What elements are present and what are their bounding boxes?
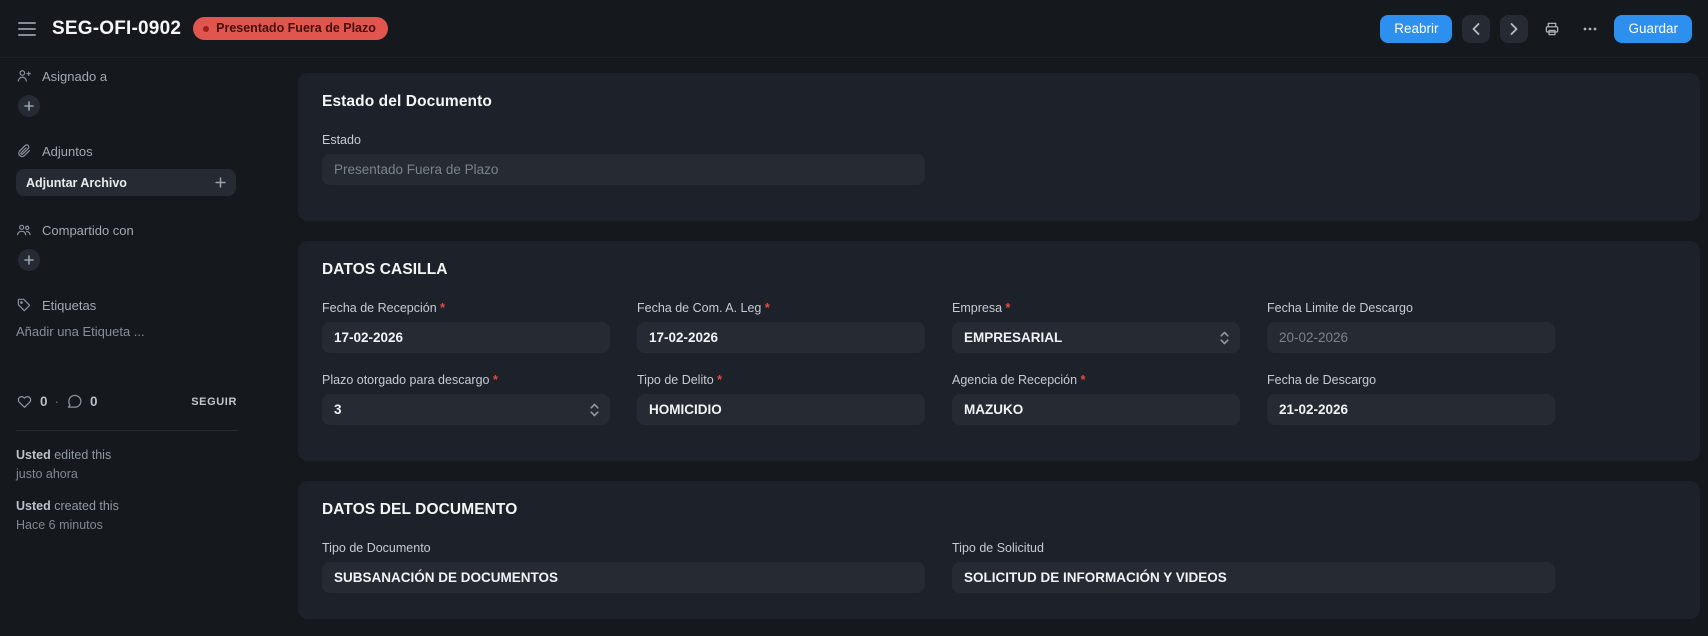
field-label: Tipo de Delito [637,373,722,387]
activity-entry: Usted edited this justo ahora [16,447,237,483]
tipo-de-delito-input[interactable]: HOMICIDIO [637,394,925,425]
activity-time: Hace 6 minutos [16,517,237,533]
social-row: 0 · 0 SEGUIR [16,393,237,410]
activity-action: edited this [51,448,111,462]
comment-icon[interactable] [66,393,83,410]
field-label: Estado [322,133,361,147]
field-label: Empresa [952,301,1010,315]
shared-label: Compartido con [42,223,134,238]
section-title: DATOS DEL DOCUMENTO [322,501,1676,519]
status-badge-label: Presentado Fuera de Plazo [216,22,376,35]
add-assignment-button[interactable] [18,95,40,117]
section-datos-del-documento: DATOS DEL DOCUMENTO Tipo de Documento SU… [298,481,1700,619]
ellipsis-icon [1582,21,1598,37]
paperclip-icon [16,143,32,159]
field-empresa: Empresa EMPRESARIAL [952,301,1240,353]
status-badge: Presentado Fuera de Plazo [193,17,388,40]
add-tag-input[interactable]: Añadir una Etiqueta ... [16,324,264,339]
field-plazo-otorgado: Plazo otorgado para descargo 3 [322,373,610,425]
field-label: Fecha de Recepción [322,301,445,315]
follow-button[interactable]: SEGUIR [191,396,237,408]
shared-users-icon [16,222,32,238]
printer-icon [1543,20,1561,38]
fecha-de-com-a-leg-input[interactable]: 17-02-2026 [637,322,925,353]
chevron-left-icon [1472,23,1480,35]
agencia-de-recepcion-input[interactable]: MAZUKO [952,394,1240,425]
activity-action: created this [51,499,119,513]
plus-icon [215,177,226,188]
comments-count: 0 [90,394,98,409]
attachments-label: Adjuntos [42,144,93,159]
field-label: Plazo otorgado para descargo [322,373,498,387]
reopen-button[interactable]: Reabrir [1380,15,1452,43]
print-button[interactable] [1538,15,1566,43]
field-tipo-de-delito: Tipo de Delito HOMICIDIO [637,373,925,425]
topbar: SEG-OFI-0902 Presentado Fuera de Plazo R… [0,0,1708,58]
assigned-label: Asignado a [42,69,107,84]
field-label: Tipo de Documento [322,541,431,555]
section-datos-casilla: DATOS CASILLA Fecha de Recepción 17-02-2… [298,241,1700,461]
field-label: Fecha de Descargo [1267,373,1376,387]
field-fecha-de-recepcion: Fecha de Recepción 17-02-2026 [322,301,610,353]
prev-button[interactable] [1462,15,1490,43]
topbar-actions: Reabrir Guardar [1380,15,1692,43]
empresa-select[interactable]: EMPRESARIAL [952,322,1240,353]
fecha-de-descargo-input[interactable]: 21-02-2026 [1267,394,1555,425]
activity-actor: Usted [16,448,51,462]
section-title: DATOS CASILLA [322,261,1676,279]
fecha-de-recepcion-input[interactable]: 17-02-2026 [322,322,610,353]
attach-file-label: Adjuntar Archivo [26,176,127,190]
select-caret-icon [1219,330,1230,346]
attach-file-button[interactable]: Adjuntar Archivo [16,169,236,196]
field-agencia-de-recepcion: Agencia de Recepción MAZUKO [952,373,1240,425]
field-fecha-de-com-a-leg: Fecha de Com. A. Leg 17-02-2026 [637,301,925,353]
plazo-otorgado-input[interactable]: 3 [322,394,610,425]
save-button[interactable]: Guardar [1614,15,1692,43]
fecha-limite-de-descargo-input[interactable]: 20-02-2026 [1267,322,1555,353]
next-button[interactable] [1500,15,1528,43]
shared-section: Compartido con [16,222,264,271]
field-label: Agencia de Recepción [952,373,1085,387]
number-stepper-icon [589,402,600,418]
field-fecha-limite-de-descargo: Fecha Limite de Descargo 20-02-2026 [1267,301,1555,353]
field-estado: Estado Presentado Fuera de Plazo [322,133,925,185]
status-dot-icon [203,26,209,32]
add-share-button[interactable] [18,249,40,271]
separator: · [55,394,60,409]
more-options-button[interactable] [1576,15,1604,43]
page-title: SEG-OFI-0902 [52,18,181,40]
tipo-de-documento-input[interactable]: SUBSANACIÓN DE DOCUMENTOS [322,562,925,593]
heart-icon[interactable] [16,393,33,410]
tags-label: Etiquetas [42,298,96,313]
estado-input[interactable]: Presentado Fuera de Plazo [322,154,925,185]
likes-count: 0 [40,394,48,409]
chevron-right-icon [1510,23,1518,35]
attachments-section: Adjuntos Adjuntar Archivo [16,143,264,196]
section-title: Estado del Documento [322,93,1676,111]
form-area: Estado del Documento Estado Presentado F… [280,58,1708,636]
field-label: Tipo de Solicitud [952,541,1044,555]
field-tipo-de-documento: Tipo de Documento SUBSANACIÓN DE DOCUMEN… [322,541,925,593]
tipo-de-solicitud-input[interactable]: SOLICITUD DE INFORMACIÓN Y VIDEOS [952,562,1555,593]
field-label: Fecha de Com. A. Leg [637,301,770,315]
activity-entry: Usted created this Hace 6 minutos [16,498,237,534]
field-label: Fecha Limite de Descargo [1267,301,1413,315]
plus-icon [24,101,34,111]
sidebar: Asignado a Adjuntos Adjuntar Archivo [0,58,280,636]
activity-actor: Usted [16,499,51,513]
plus-icon [24,255,34,265]
assigned-section: Asignado a [16,68,264,117]
field-fecha-de-descargo: Fecha de Descargo 21-02-2026 [1267,373,1555,425]
field-tipo-de-solicitud: Tipo de Solicitud SOLICITUD DE INFORMACI… [952,541,1555,593]
assign-user-icon [16,68,32,84]
activity-time: justo ahora [16,466,237,482]
menu-icon[interactable] [16,18,38,40]
tags-section: Etiquetas Añadir una Etiqueta ... [16,297,264,339]
divider [16,430,237,431]
section-estado-del-documento: Estado del Documento Estado Presentado F… [298,73,1700,221]
tag-icon [16,297,32,313]
